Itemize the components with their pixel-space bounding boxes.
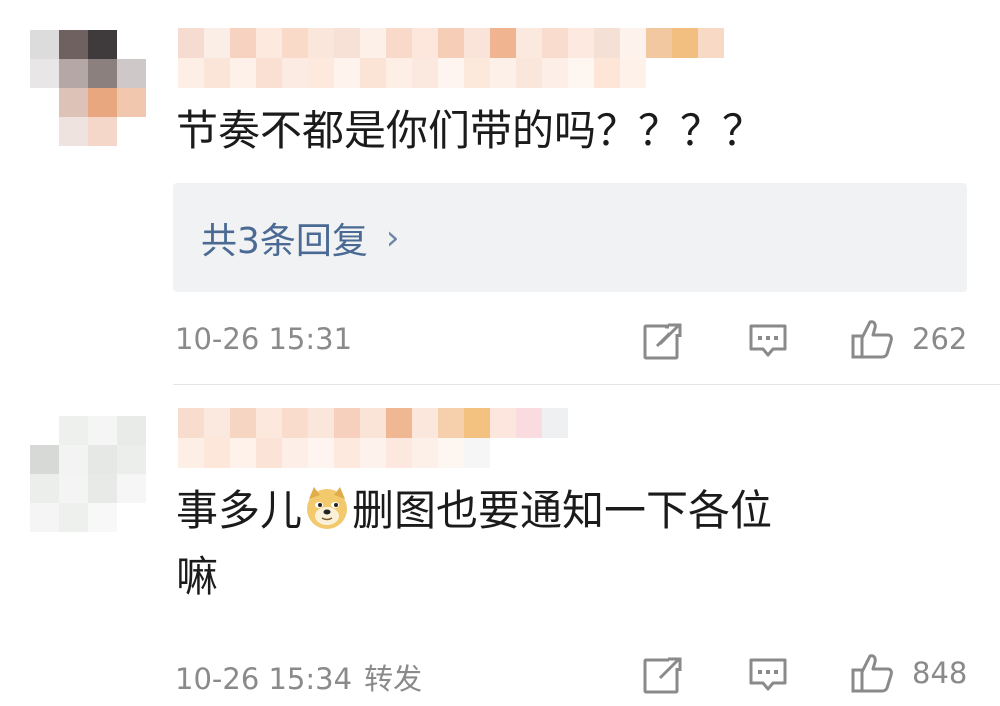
comment-item: 事多儿 删图也要通知一下各位 嘛 10-26 15:34 转发 848: [0, 386, 1000, 706]
doge-emoji: [304, 485, 350, 531]
username-blurred-row2: [178, 438, 490, 468]
username-blurred[interactable]: [178, 408, 568, 438]
thumbs-up-icon[interactable]: [850, 318, 894, 364]
username-blurred[interactable]: [178, 28, 724, 58]
comment-icon[interactable]: [748, 656, 788, 698]
comment-text-part2: 删图也要通知一下各位: [352, 486, 773, 535]
comment-item: 节奏不都是你们带的吗？？？？ 共3条回复 › 10-26 15:31 262: [0, 0, 1000, 385]
share-icon[interactable]: [643, 322, 683, 364]
like-count: 262: [912, 322, 968, 356]
divider: [173, 384, 1000, 385]
comment-text: 事多儿 删图也要通知一下各位: [176, 482, 772, 540]
avatar[interactable]: [30, 416, 146, 532]
forward-label[interactable]: 转发: [364, 662, 422, 696]
username-blurred-row2: [178, 58, 646, 88]
comment-meta: 10-26 15:31: [175, 322, 352, 356]
comment-text-line2: 嘛: [176, 552, 219, 601]
timestamp: 10-26 15:31: [175, 322, 353, 356]
comment-text-part1: 事多儿: [176, 486, 303, 535]
chevron-right-icon: ›: [385, 217, 400, 258]
avatar[interactable]: [30, 30, 146, 146]
view-replies-button[interactable]: 共3条回复 ›: [173, 183, 967, 292]
share-icon[interactable]: [643, 656, 683, 698]
comment-icon[interactable]: [748, 322, 788, 364]
thumbs-up-icon[interactable]: [850, 652, 894, 698]
comment-text: 节奏不都是你们带的吗？？？？: [176, 106, 765, 155]
replies-label: 共3条回复: [201, 220, 368, 262]
comment-meta: 10-26 15:34 转发: [175, 656, 422, 698]
timestamp: 10-26 15:34: [175, 662, 353, 696]
like-count: 848: [912, 656, 968, 690]
